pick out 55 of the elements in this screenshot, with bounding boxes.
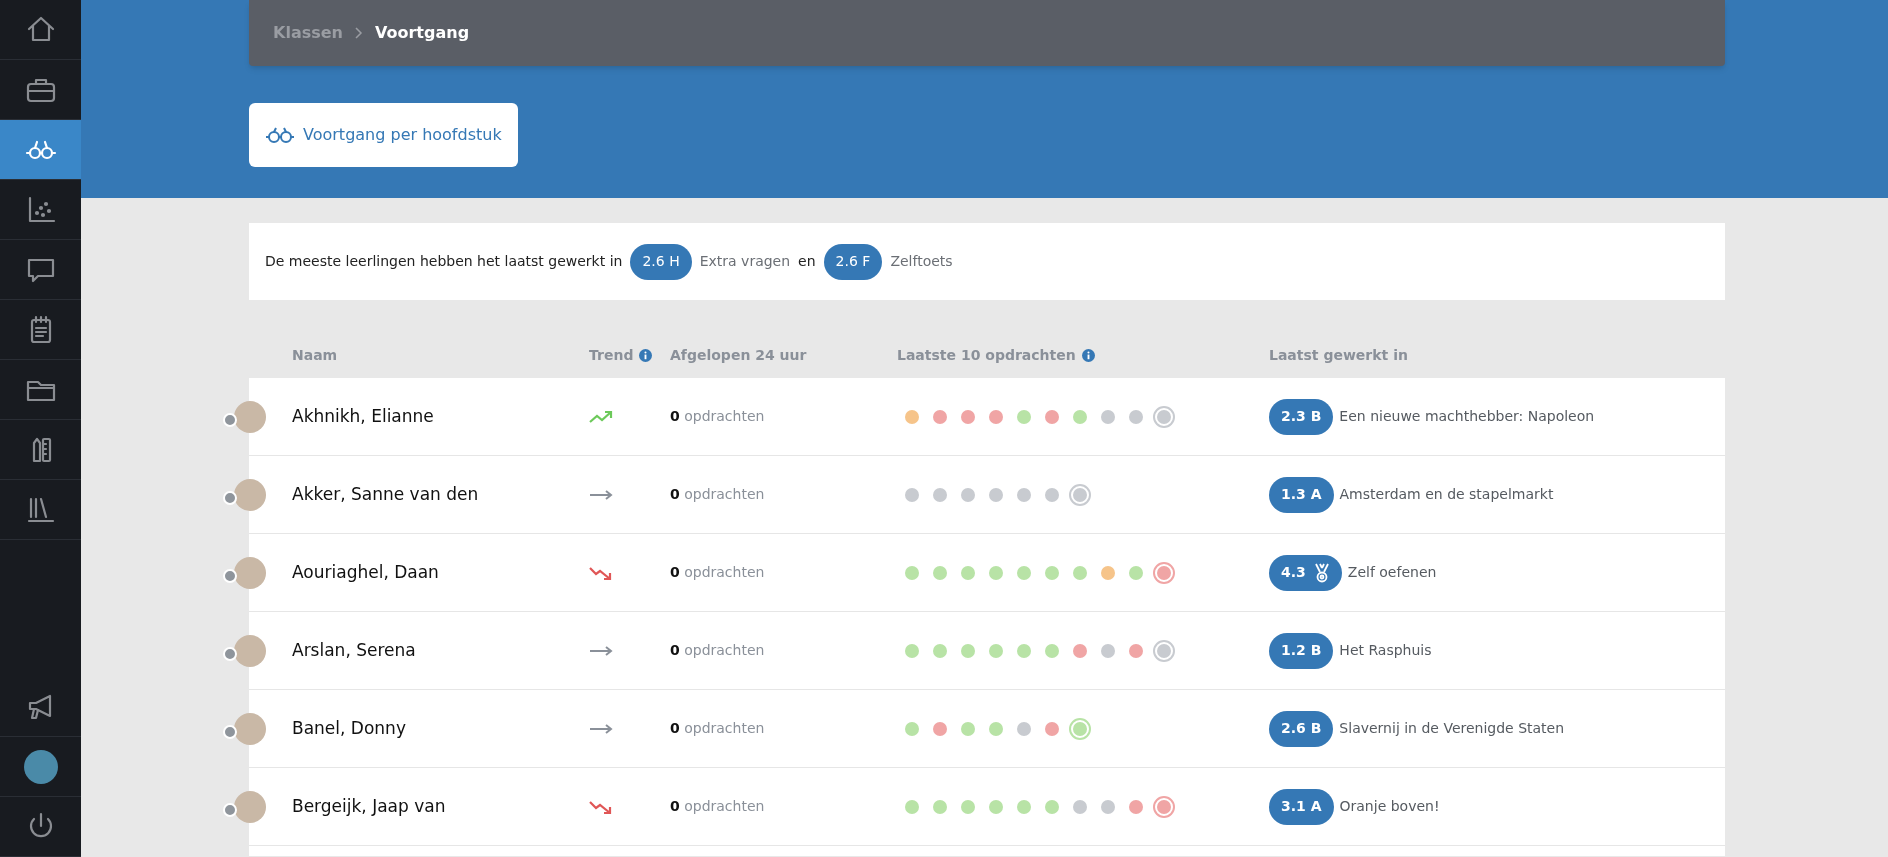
glasses-icon [265,127,295,143]
chapter-title: Het Rasphuis [1339,641,1432,660]
avatar [234,478,266,511]
chapter-badge[interactable]: 2.6 B [1269,710,1334,747]
chapter-badge[interactable]: 4.3 [1269,554,1342,591]
section-label: Extra vragen [699,252,791,271]
chapter-badge[interactable]: 1.3 A [1269,476,1334,513]
student-name[interactable]: Arslan, Serena [292,637,416,664]
assignment-count: 0 opdrachten [670,563,765,582]
avatar [234,400,266,433]
trend-up-icon [589,409,613,424]
progress-per-chapter-button[interactable]: Voortgang per hoofdstuk [249,103,518,167]
trend-down-icon [589,565,613,580]
trend-down-icon [589,799,613,814]
avatar [234,790,266,823]
info-icon[interactable] [1081,349,1095,362]
student-name[interactable]: Banel, Donny [292,715,406,742]
arrow-right-icon [589,489,613,500]
chapter-title: Amsterdam en de stapelmarkt [1339,485,1554,504]
user-avatar [23,749,58,784]
assignment-count: 0 opdrachten [670,407,765,426]
avatar [234,556,266,589]
chapter-badge: 2.6 F [823,243,883,280]
column-header: Afgelopen 24 uur [670,346,807,365]
column-header: Laatst gewerkt in [1269,346,1408,365]
chapter-badge: 2.6 H [630,243,692,280]
chevron-right-icon [354,27,363,39]
column-header: Naam [292,346,338,365]
summary-text: De meeste leerlingen hebben het laatst gewerkt in [265,252,623,271]
chapter-title: Een nieuwe machthebber: Napoleon [1339,407,1595,426]
assignment-count: 0 opdrachten [670,485,765,504]
column-header: Trend [589,346,634,365]
chapter-title: Oranje boven! [1339,797,1440,816]
breadcrumb-current: Voortgang [374,22,470,44]
student-name[interactable]: Aouriaghel, Daan [292,559,439,586]
chapter-title: Slavernij in de Verenigde Staten [1339,719,1565,738]
summary-text: en [798,252,816,271]
info-icon[interactable] [639,349,653,362]
student-name[interactable]: Akhnikh, Elianne [292,403,434,430]
chapter-badge[interactable]: 3.1 A [1269,788,1334,825]
sidebar-item[interactable] [0,120,81,180]
chapter-badge[interactable]: 1.2 B [1269,632,1334,669]
column-header: Laatste 10 opdrachten [897,346,1076,365]
assignment-count: 0 opdrachten [670,719,765,738]
assignment-count: 0 opdrachten [670,797,765,816]
avatar [234,634,266,667]
arrow-right-icon [589,723,613,734]
student-name[interactable]: Akker, Sanne van den [292,481,479,508]
chapter-title: Zelf oefenen [1347,563,1437,582]
student-name[interactable]: Bergeijk, Jaap van [292,793,446,820]
section-label: Zelftoets [890,252,953,271]
avatar [234,712,266,745]
arrow-right-icon [589,645,613,656]
chapter-badge[interactable]: 2.3 B [1269,398,1334,435]
assignment-count: 0 opdrachten [670,641,765,660]
